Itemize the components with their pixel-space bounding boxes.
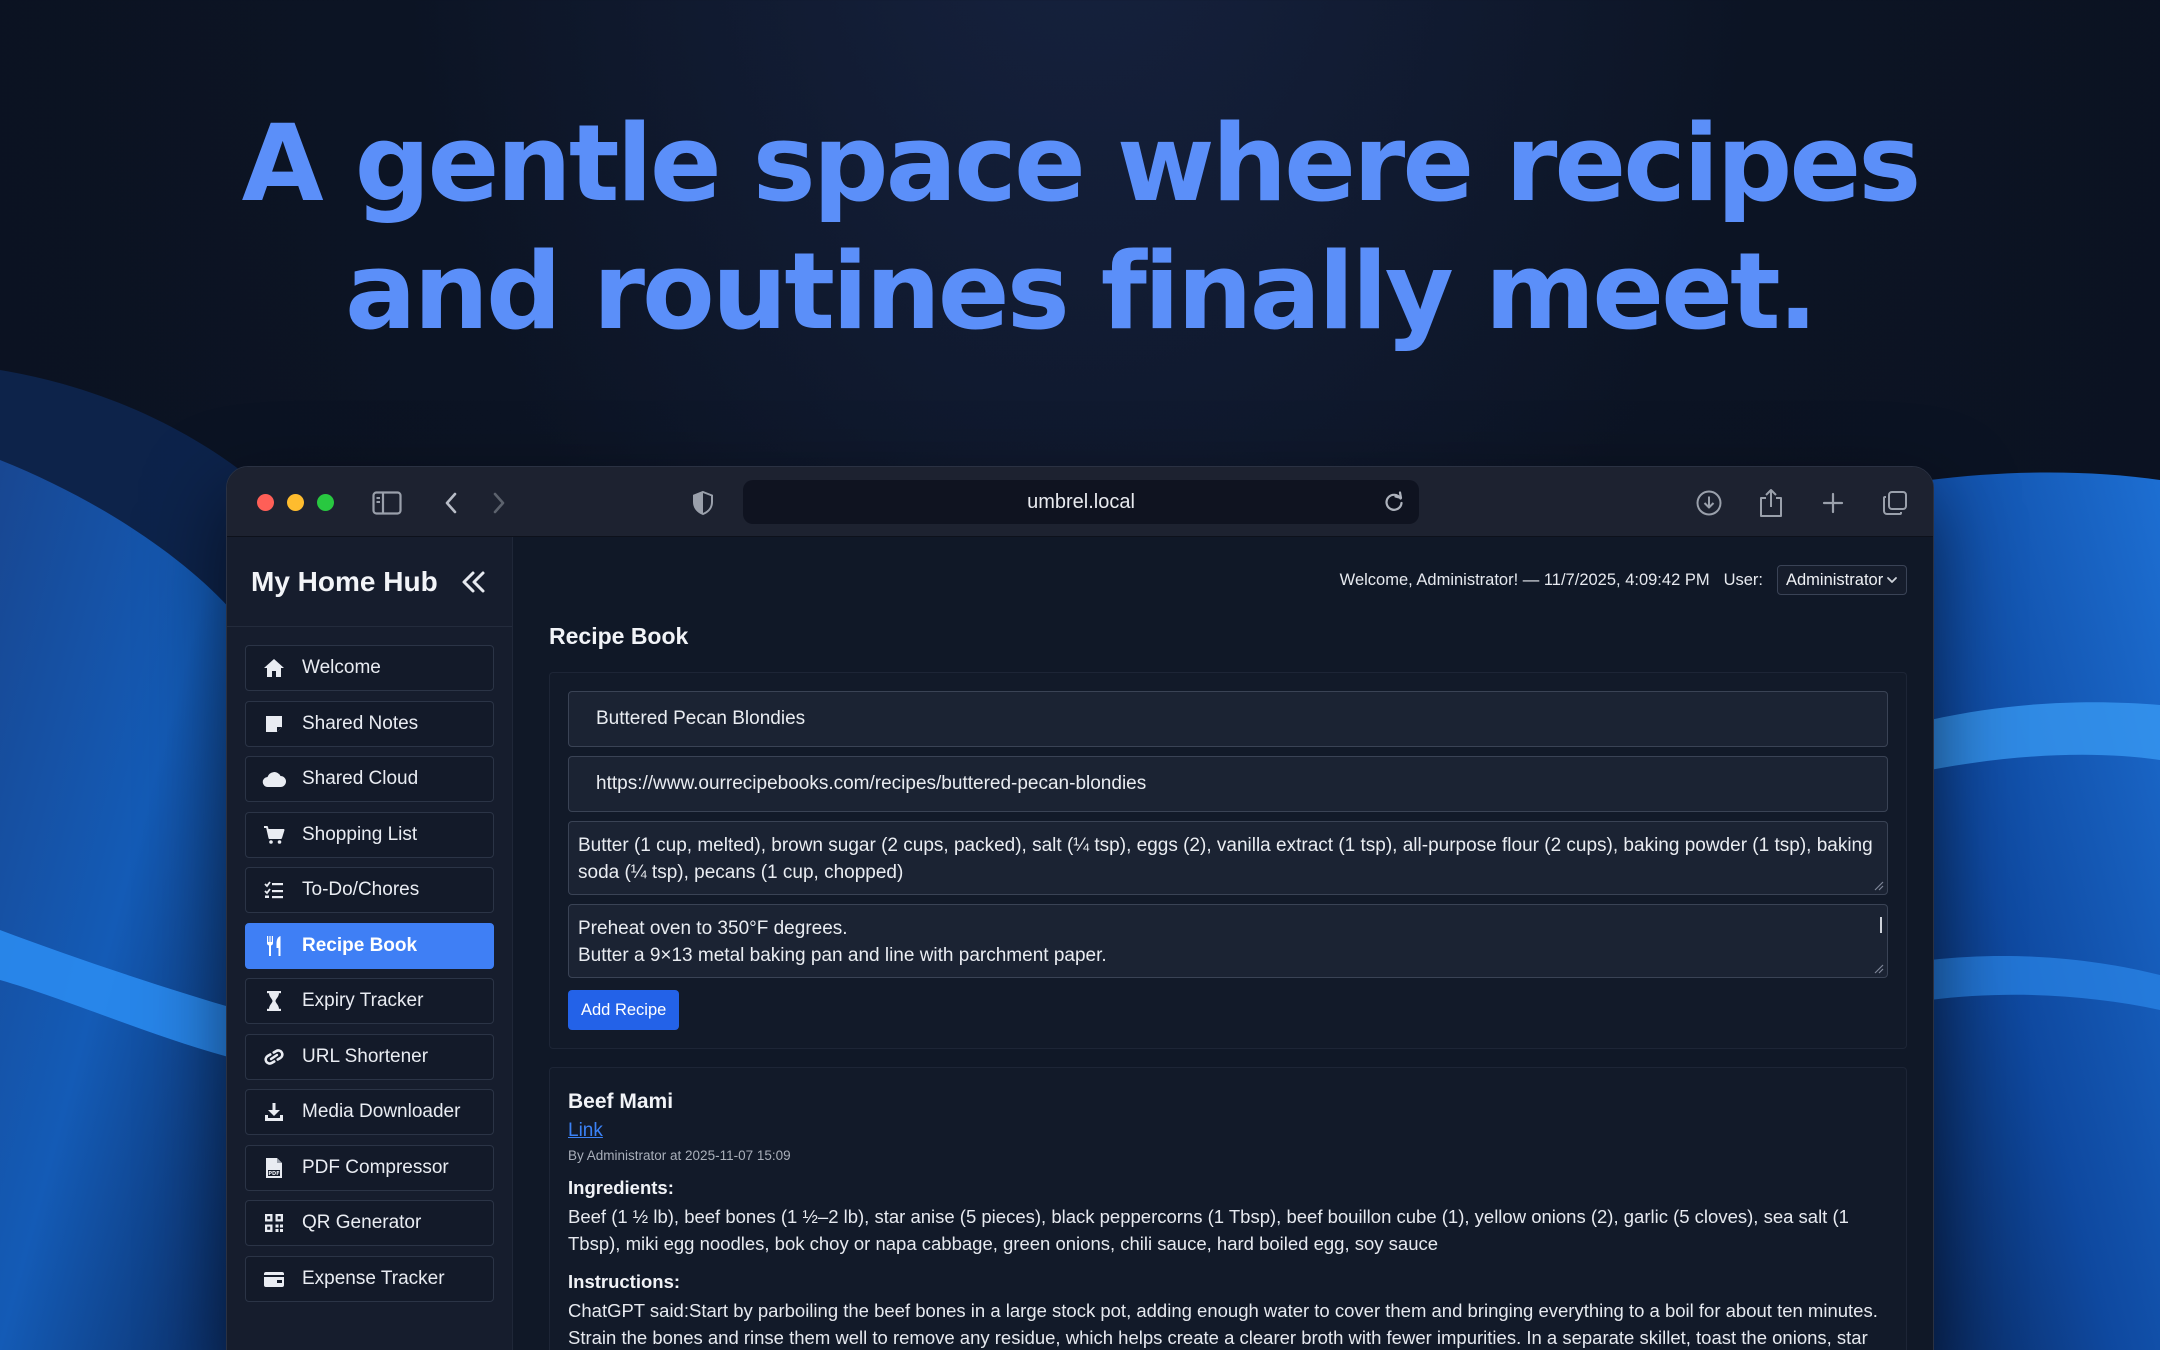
sidebar-item-label: Shared Notes [302,712,419,734]
header-bar: Welcome, Administrator! — 11/7/2025, 4:0… [549,537,1907,603]
user-label: User: [1723,570,1763,589]
qr-code-icon [262,1211,286,1235]
ingredients-heading: Ingredients: [568,1177,674,1198]
main-panel: Welcome, Administrator! — 11/7/2025, 4:0… [513,537,1933,1350]
page-title: Recipe Book [549,623,689,649]
sidebar-item-expense-tracker[interactable]: Expense Tracker [245,1255,494,1302]
browser-window: umbrel.local My Home Hub Welcome Shared … [226,466,1934,1350]
tab-overview-icon[interactable] [1879,487,1911,519]
sticky-note-icon [262,712,286,736]
sidebar-item-label: QR Generator [302,1212,422,1233]
checklist-icon [262,878,286,902]
resize-grip-icon[interactable] [1872,962,1884,974]
chevron-down-icon [1886,576,1898,584]
sidebar-toggle-icon[interactable] [371,487,403,519]
pdf-file-icon: PDF [262,1156,286,1180]
sidebar-item-media-downloader[interactable]: Media Downloader [245,1089,494,1135]
sidebar-item-expiry-tracker[interactable]: Expiry Tracker [245,978,494,1024]
wallet-icon [262,1267,286,1291]
recipe-link[interactable]: Link [568,1120,603,1142]
recipe-card: Beef Mami Link By Administrator at 2025-… [549,1067,1907,1350]
sidebar-item-label: Recipe Book [302,934,418,956]
sidebar-item-label: Shared Cloud [302,768,419,789]
user-select-value: Administrator [1786,570,1884,589]
app-content: My Home Hub Welcome Shared Notes Shared … [227,537,1933,1350]
sidebar-item-shared-cloud[interactable]: Shared Cloud [245,756,494,802]
sidebar-header: My Home Hub [227,537,512,627]
sidebar-item-qr-generator[interactable]: QR Generator [245,1200,494,1246]
ingredients-textarea[interactable]: Butter (1 cup, melted), brown sugar (2 c… [568,821,1888,895]
ingredients-value: Butter (1 cup, melted), brown sugar (2 c… [578,835,1873,883]
sidebar-item-label: Expiry Tracker [302,990,424,1011]
new-tab-plus-icon[interactable] [1817,487,1849,519]
minimize-window-button[interactable] [287,494,304,511]
app-brand-name: My Home Hub [251,565,438,597]
sidebar-item-label: Media Downloader [302,1101,461,1122]
download-icon [262,1100,286,1124]
sidebar-item-todo-chores[interactable]: To-Do/Chores [245,867,494,913]
sidebar-item-welcome[interactable]: Welcome [245,645,494,691]
instructions-textarea[interactable]: Preheat oven to 350°F degrees. Butter a … [568,904,1888,978]
share-icon[interactable] [1755,487,1787,519]
browser-toolbar: umbrel.local [227,467,1933,537]
scrollbar-thumb[interactable] [1880,917,1882,933]
close-window-button[interactable] [257,494,274,511]
reload-icon[interactable] [1381,489,1407,515]
sidebar-item-label: Expense Tracker [302,1267,445,1289]
hero-line-1: A gentle space where recipes [241,102,1922,225]
recipe-title: Beef Mami [568,1090,674,1113]
instructions-line: Butter a 9×13 metal baking pan and line … [578,945,1107,966]
hourglass-icon [262,989,286,1013]
user-select[interactable]: Administrator [1777,565,1907,595]
recipe-instructions: ChatGPT said:Start by parboiling the bee… [568,1300,1878,1348]
cart-icon [262,823,286,847]
add-recipe-button[interactable]: Add Recipe [568,990,680,1030]
downloads-icon[interactable] [1693,487,1725,519]
double-chevron-left-icon[interactable] [458,567,488,597]
sidebar-item-recipe-book[interactable]: Recipe Book [245,922,494,969]
utensils-icon [262,934,286,958]
maximize-window-button[interactable] [317,494,334,511]
svg-text:PDF: PDF [268,1171,279,1177]
sidebar-item-shopping-list[interactable]: Shopping List [245,811,494,858]
welcome-text: Welcome, Administrator! — 11/7/2025, 4:0… [1339,570,1710,589]
sidebar-item-url-shortener[interactable]: URL Shortener [245,1033,494,1080]
add-recipe-form: Buttered Pecan Blondies https://www.ourr… [549,672,1907,1049]
sidebar-item-label: URL Shortener [302,1045,429,1067]
link-icon [262,1045,286,1069]
home-icon [262,656,286,680]
sidebar-item-label: Welcome [302,657,381,678]
sidebar-item-pdf-compressor[interactable]: PDF PDF Compressor [245,1144,494,1191]
back-arrow-icon[interactable] [435,487,467,519]
address-bar-url: umbrel.local [1027,490,1135,513]
address-bar[interactable]: umbrel.local [743,480,1419,524]
sidebar-item-label: PDF Compressor [302,1156,449,1178]
recipe-ingredients: Beef (1 ½ lb), beef bones (1 ½–2 lb), st… [568,1206,1849,1254]
recipe-name-input[interactable]: Buttered Pecan Blondies [568,691,1888,747]
hero-headline: A gentle space where recipes and routine… [0,100,2160,356]
privacy-shield-icon[interactable] [687,487,719,519]
sidebar: My Home Hub Welcome Shared Notes Shared … [227,537,513,1350]
cloud-icon [262,767,286,791]
sidebar-item-label: Shopping List [302,823,418,845]
sidebar-nav: Welcome Shared Notes Shared Cloud Shoppi… [245,645,494,1302]
recipe-name-value: Buttered Pecan Blondies [596,708,806,729]
recipe-url-value: https://www.ourrecipebooks.com/recipes/b… [596,773,1147,794]
sidebar-item-shared-notes[interactable]: Shared Notes [245,700,494,747]
sidebar-item-label: To-Do/Chores [302,879,420,900]
resize-grip-icon[interactable] [1872,879,1884,891]
instructions-line: Preheat oven to 350°F degrees. [578,918,848,939]
recipe-meta: By Administrator at 2025-11-07 15:09 [568,1148,791,1163]
forward-arrow-icon[interactable] [483,487,515,519]
recipe-url-input[interactable]: https://www.ourrecipebooks.com/recipes/b… [568,756,1888,812]
instructions-heading: Instructions: [568,1271,681,1292]
hero-line-2: and routines finally meet. [345,230,1818,353]
